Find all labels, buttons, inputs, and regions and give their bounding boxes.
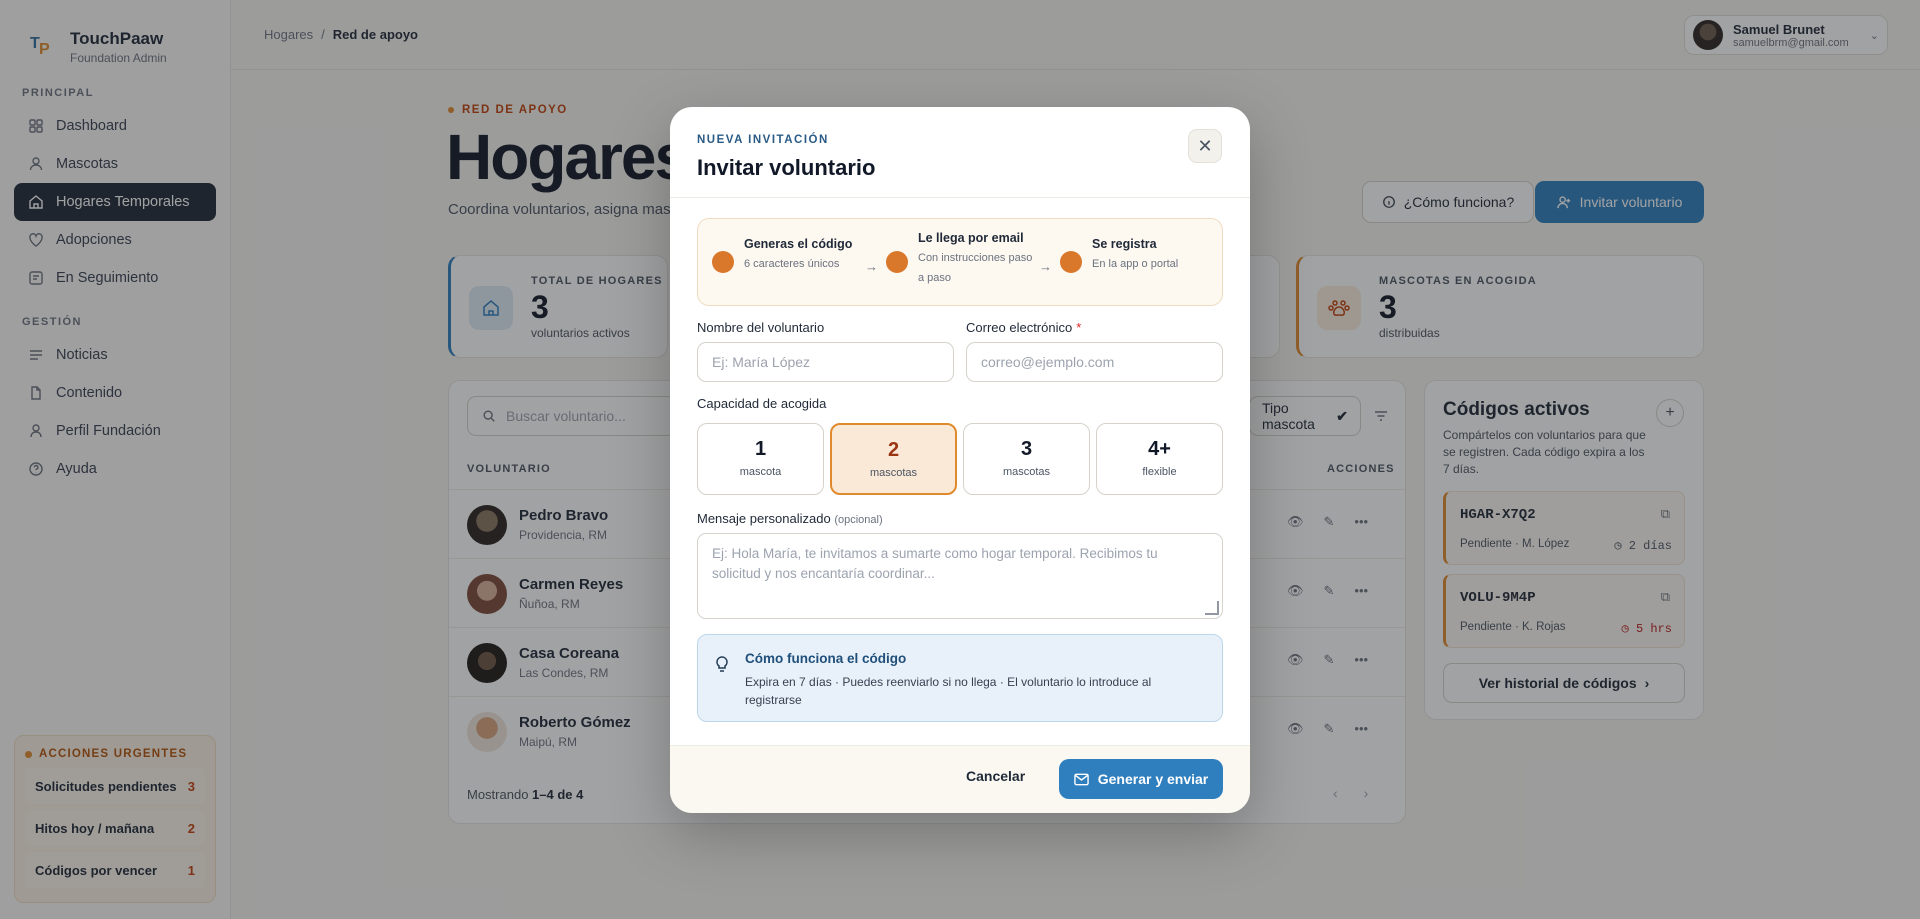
step-number xyxy=(712,251,734,273)
email-field[interactable]: correo@ejemplo.com xyxy=(966,342,1223,382)
close-button[interactable]: ✕ xyxy=(1188,129,1222,163)
resize-handle[interactable] xyxy=(1205,601,1219,615)
name-label: Nombre del voluntario xyxy=(697,320,825,335)
message-label: Mensaje personalizado (opcional) xyxy=(697,511,883,526)
close-icon: ✕ xyxy=(1197,135,1213,156)
step-number xyxy=(1060,251,1082,273)
volunteer-name-input[interactable]: Ej: María López xyxy=(697,342,954,382)
code-info-title: Cómo funciona el código xyxy=(745,651,907,666)
step-1: Generas el código 6 caracteres únicos xyxy=(712,237,852,274)
modal-kicker: NUEVA INVITACIÓN xyxy=(697,134,829,146)
arrow-right-icon: → xyxy=(865,259,878,274)
capacity-option-2[interactable]: 2 mascotas xyxy=(830,423,957,495)
step-3: Se registra En la app o portal xyxy=(1060,237,1178,274)
custom-message-textarea[interactable]: Ej: Hola María, te invitamos a sumarte c… xyxy=(697,533,1223,619)
capacity-option-1[interactable]: 1 mascota xyxy=(697,423,824,495)
step-number xyxy=(886,251,908,273)
cancel-button[interactable]: Cancelar xyxy=(966,768,1025,784)
capacity-option-3[interactable]: 3 mascotas xyxy=(963,423,1090,495)
capacity-option-4plus[interactable]: 4+ flexible xyxy=(1096,423,1223,495)
modal-header: NUEVA INVITACIÓN Invitar voluntario ✕ xyxy=(670,107,1250,198)
lightbulb-icon xyxy=(714,655,730,673)
step-2: Le llega por email Con instrucciones paso… xyxy=(886,231,1033,288)
invite-volunteer-modal: NUEVA INVITACIÓN Invitar voluntario ✕ Ge… xyxy=(670,107,1250,813)
code-info-box: Cómo funciona el código Expira en 7 días… xyxy=(697,634,1223,722)
email-label: Correo electrónico * xyxy=(966,320,1082,335)
arrow-right-icon: → xyxy=(1039,259,1052,274)
code-info-text: Expira en 7 días · Puedes reenviarlo si … xyxy=(745,675,1152,707)
generate-send-button[interactable]: Generar y enviar xyxy=(1059,759,1223,799)
capacity-label: Capacidad de acogida xyxy=(697,396,827,411)
mail-icon xyxy=(1073,773,1089,786)
invitation-steps: Generas el código 6 caracteres únicos → L… xyxy=(697,218,1223,306)
modal-footer: Cancelar Generar y enviar xyxy=(670,745,1250,813)
modal-title: Invitar voluntario xyxy=(697,155,876,180)
